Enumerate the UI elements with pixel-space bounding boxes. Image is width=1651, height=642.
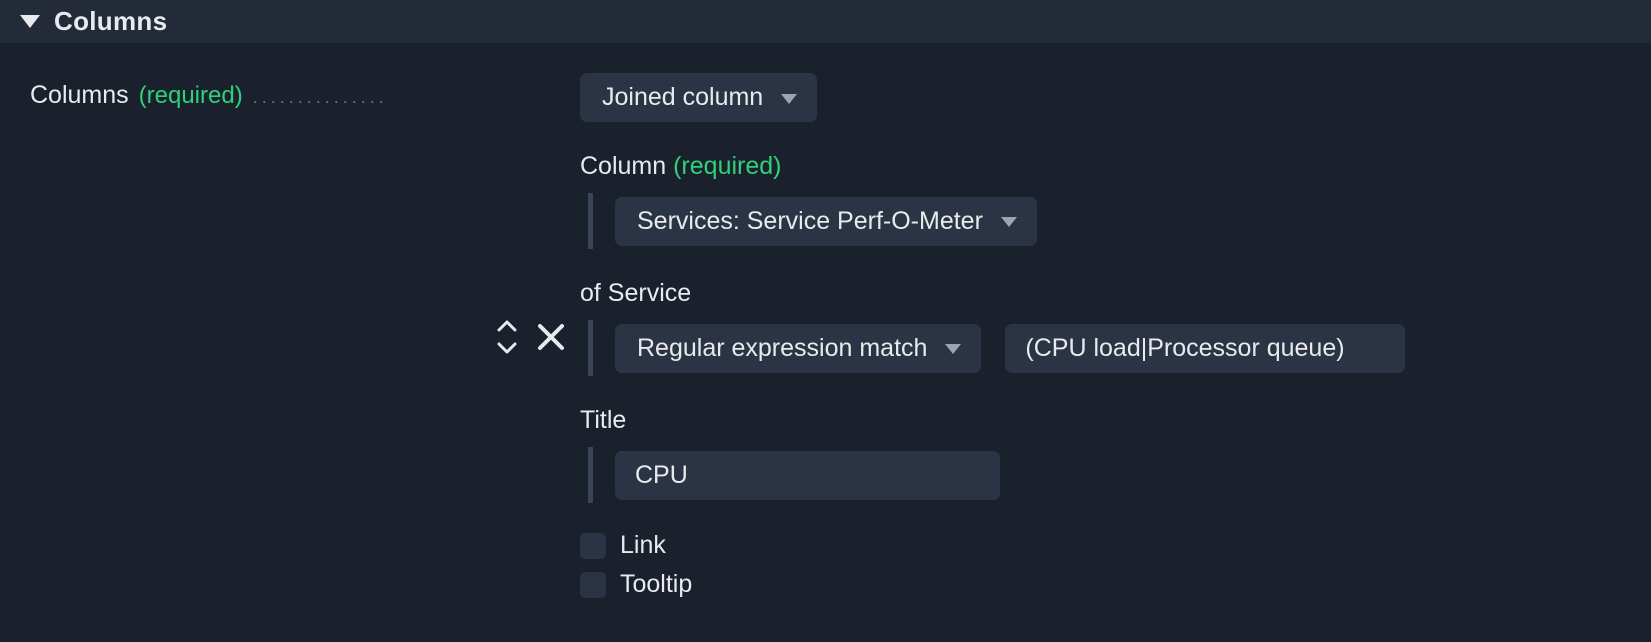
reorder-handle-icon[interactable] [496, 318, 518, 356]
of-service-label: of Service [580, 279, 1631, 308]
chevron-down-icon [945, 344, 961, 354]
chevron-down-icon [1001, 217, 1017, 227]
tooltip-checkbox-label: Tooltip [620, 570, 692, 599]
of-service-mode-select[interactable]: Regular expression match [615, 324, 981, 373]
title-input[interactable] [615, 451, 1000, 500]
section-header[interactable]: Columns [0, 0, 1651, 43]
column-type-value: Joined column [602, 83, 763, 112]
column-source-select[interactable]: Services: Service Perf-O-Meter [615, 197, 1037, 246]
column-field-label: Column (required) [580, 152, 1631, 181]
collapse-triangle-icon [20, 15, 40, 28]
section-title: Columns [54, 6, 167, 37]
required-tag: (required) [139, 82, 243, 110]
column-label-text: Column [580, 152, 666, 180]
of-service-mode-value: Regular expression match [637, 334, 927, 363]
link-checkbox[interactable] [580, 533, 606, 559]
of-service-pattern-input[interactable] [1005, 324, 1405, 373]
link-checkbox-label: Link [620, 531, 666, 560]
columns-label-text: Columns [30, 81, 129, 110]
required-tag: (required) [673, 152, 781, 180]
tooltip-checkbox[interactable] [580, 572, 606, 598]
column-source-value: Services: Service Perf-O-Meter [637, 207, 983, 236]
label-dots: ............... [253, 81, 465, 108]
field-group-label: Columns (required) ............... [30, 73, 465, 110]
title-label: Title [580, 406, 1631, 435]
chevron-down-icon [781, 94, 797, 104]
column-type-select[interactable]: Joined column [580, 73, 817, 122]
delete-icon[interactable] [536, 322, 566, 352]
